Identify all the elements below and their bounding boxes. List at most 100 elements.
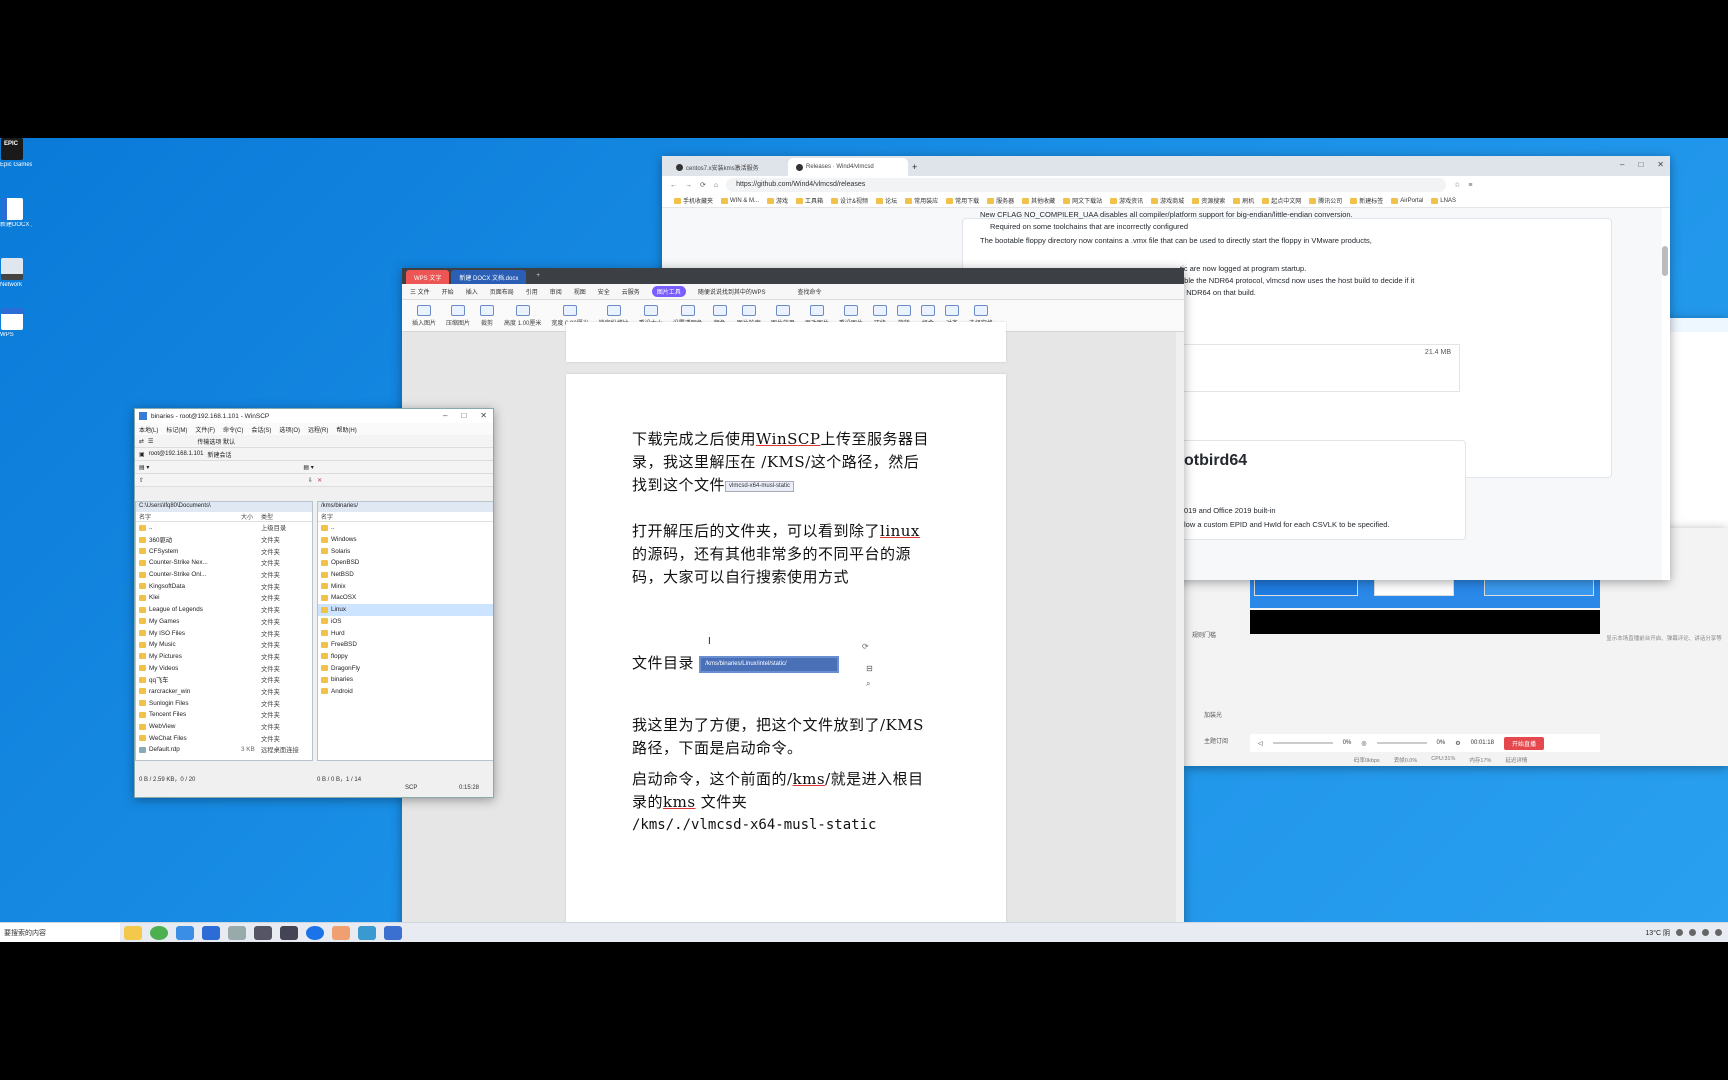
remote-file-row[interactable]: Android	[318, 686, 493, 698]
bookmark-item[interactable]: WIN & M...	[721, 198, 759, 204]
tray-icon[interactable]	[1676, 929, 1683, 936]
bookmark-item[interactable]: 游戏资讯	[1110, 196, 1143, 205]
local-file-row[interactable]: .. 上级目录	[136, 522, 312, 534]
session-tab[interactable]: root@192.168.1.101	[149, 451, 204, 457]
bookmark-item[interactable]: 腾讯公司	[1309, 196, 1342, 205]
local-file-row[interactable]: WeChat Files 文件夹	[136, 732, 312, 744]
bookmark-item[interactable]: 常用下载	[946, 196, 979, 205]
wps-menu-item[interactable]: 页面布局	[490, 287, 514, 296]
wps-menu-item[interactable]: 引用	[526, 287, 538, 296]
file-explorer-icon[interactable]	[124, 925, 142, 940]
layout-icon[interactable]: ⊟	[866, 664, 873, 673]
upload-icon[interactable]: ⇧	[139, 477, 144, 484]
local-drive-icon[interactable]: ▤ ▾	[139, 464, 149, 471]
browser-tab-2[interactable]: Releases · Wind4/vlmcsd	[788, 158, 908, 176]
winscp-menu-item[interactable]: 帮助(H)	[336, 425, 356, 434]
home-icon[interactable]: ⌂	[714, 182, 718, 189]
wps-doc-tab[interactable]: 新建 DOCX 文档.docx	[451, 270, 527, 284]
desktop-icon-network[interactable]: Network	[0, 258, 34, 306]
remote-file-row[interactable]: Solaris	[318, 545, 493, 557]
bookmark-item[interactable]: 手机收藏夹	[674, 196, 713, 205]
local-file-row[interactable]: My Games 文件夹	[136, 616, 312, 628]
download-icon[interactable]: ⇩	[308, 477, 313, 484]
wps-menu-item[interactable]: 插入	[466, 287, 478, 296]
bookmark-item[interactable]: 游戏	[767, 196, 788, 205]
app-icon[interactable]	[202, 925, 220, 940]
ribbon-button[interactable]: 压缩图片	[446, 304, 470, 327]
desktop-icon-wps[interactable]: WPS	[0, 308, 34, 356]
wps-menu-item[interactable]: 图片工具	[651, 286, 686, 297]
bookmark-item[interactable]: 游戏商城	[1151, 196, 1184, 205]
local-file-row[interactable]: My ISO Files 文件夹	[136, 627, 312, 639]
transfer-settings[interactable]: 传输选项 默认	[197, 437, 235, 446]
bookmark-item[interactable]: 工具箱	[796, 196, 823, 205]
mic-icon[interactable]: ◎	[1361, 740, 1366, 747]
paragraph-directory[interactable]: 文件目录 /kms/binaries/Linux/intel/static/	[632, 652, 932, 675]
local-file-row[interactable]: rarcracker_win 文件夹	[136, 686, 312, 698]
new-session-button[interactable]: 新建会话	[207, 450, 231, 459]
paragraph-open-folder[interactable]: 打开解压后的文件夹，可以看到除了linux 的源码，还有其他非常多的不同平台的源码…	[632, 520, 932, 589]
speaker-icon[interactable]: ◁	[1258, 740, 1263, 747]
wps-menu-item[interactable]: 随便说说找到其中的WPS	[698, 287, 766, 296]
paragraph-upload[interactable]: 下载完成之后使用WinSCP上传至服务器目录，我这里解压在 /KMS/这个路径，…	[632, 428, 932, 497]
command-line[interactable]: /kms/./vlmcsd-x64-musl-static	[632, 814, 932, 837]
local-panel[interactable]: C:\Users\lfq80\Documents\ 名字 大小 类型 .. 上级目…	[135, 501, 313, 761]
local-file-row[interactable]: My Music 文件夹	[136, 639, 312, 651]
col-type[interactable]: 类型	[261, 512, 273, 521]
maximize-button[interactable]: □	[1638, 160, 1643, 169]
desktop-icon-docx[interactable]: 新建DOCX 文档	[0, 198, 34, 246]
wps-scrollbar[interactable]	[1176, 332, 1184, 942]
winscp-menu-item[interactable]: 命令(C)	[223, 425, 243, 434]
local-file-row[interactable]: Sunlogin Files 文件夹	[136, 697, 312, 709]
remote-file-row[interactable]: ..	[318, 522, 493, 534]
bookmark-item[interactable]: 设计&视频	[831, 196, 868, 205]
wps-menu-item[interactable]: 审阅	[550, 287, 562, 296]
wps-menu-item[interactable]: 三 文件	[410, 287, 430, 296]
winscp-menu-item[interactable]: 标记(M)	[166, 425, 187, 434]
ribbon-button[interactable]: 高度 1.00厘米	[504, 304, 541, 327]
inline-file-image[interactable]: vlmcsd-x64-musl-static	[725, 480, 795, 492]
wps-menu-item[interactable]: 视图	[574, 287, 586, 296]
bookmark-item[interactable]: AirPortal	[1391, 198, 1423, 204]
address-bar[interactable]: https://github.com/Wind4/vlmcsd/releases	[726, 178, 1447, 192]
remote-file-row[interactable]: Windows	[318, 534, 493, 546]
wps-menu-item[interactable]: 云服务	[622, 287, 640, 296]
minimize-button[interactable]: –	[443, 411, 447, 420]
new-tab-button[interactable]: +	[908, 158, 921, 176]
speaker-slider[interactable]	[1272, 742, 1333, 744]
remote-panel[interactable]: /kms/binaries/ 名字 .. Windows Solaris OpenBS…	[317, 501, 493, 761]
local-file-row[interactable]: Counter-Strike Onl... 文件夹	[136, 569, 312, 581]
wps-new-tab-button[interactable]: +	[528, 270, 548, 284]
bookmark-item[interactable]: 起点中文网	[1262, 196, 1301, 205]
wps-home-tab[interactable]: WPS 文字	[406, 270, 450, 284]
weather-widget[interactable]: 13°C 阴	[1645, 928, 1670, 938]
release-title[interactable]: otbird64	[1184, 452, 1247, 470]
bookmark-item[interactable]: 新建标签	[1350, 196, 1383, 205]
ribbon-button[interactable]: 插入图片	[412, 304, 436, 327]
stat-latency[interactable]: 延迟详情	[1505, 756, 1527, 764]
wps-menu-item[interactable]: 开始	[442, 287, 454, 296]
local-file-row[interactable]: Tencent Files 文件夹	[136, 709, 312, 721]
col-name[interactable]: 名字	[139, 512, 241, 521]
local-file-row[interactable]: WebView 文件夹	[136, 721, 312, 733]
app-icon[interactable]	[228, 925, 246, 940]
bookmark-item[interactable]: 常用装应	[905, 196, 938, 205]
wps-search[interactable]: 查找命令	[797, 287, 821, 296]
image-rotate-handle[interactable]: ⟳	[862, 642, 869, 651]
maximize-button[interactable]: □	[461, 411, 466, 420]
local-file-row[interactable]: 360驱动 文件夹	[136, 534, 312, 546]
start-stream-button[interactable]: 开始直播	[1503, 736, 1544, 750]
wps-menu-item[interactable]: 安全	[598, 287, 610, 296]
remote-file-row[interactable]: MacOSX	[318, 592, 493, 604]
menu-icon[interactable]: ≡	[1468, 182, 1472, 189]
remote-folder-icon[interactable]: ▤ ▾	[303, 464, 313, 471]
star-icon[interactable]: ☆	[1454, 181, 1460, 189]
remote-file-row[interactable]: FreeBSD	[318, 639, 493, 651]
reload-icon[interactable]: ⟳	[700, 181, 706, 189]
winscp-taskbar-icon[interactable]	[280, 925, 298, 940]
remote-file-row[interactable]: iOS	[318, 616, 493, 628]
bookmark-item[interactable]: 其他收藏	[1022, 196, 1055, 205]
ribbon-button[interactable]: 裁剪	[480, 304, 495, 327]
winscp-menu-item[interactable]: 文件(F)	[195, 425, 215, 434]
winscp-menu-item[interactable]: 会话(S)	[251, 425, 271, 434]
